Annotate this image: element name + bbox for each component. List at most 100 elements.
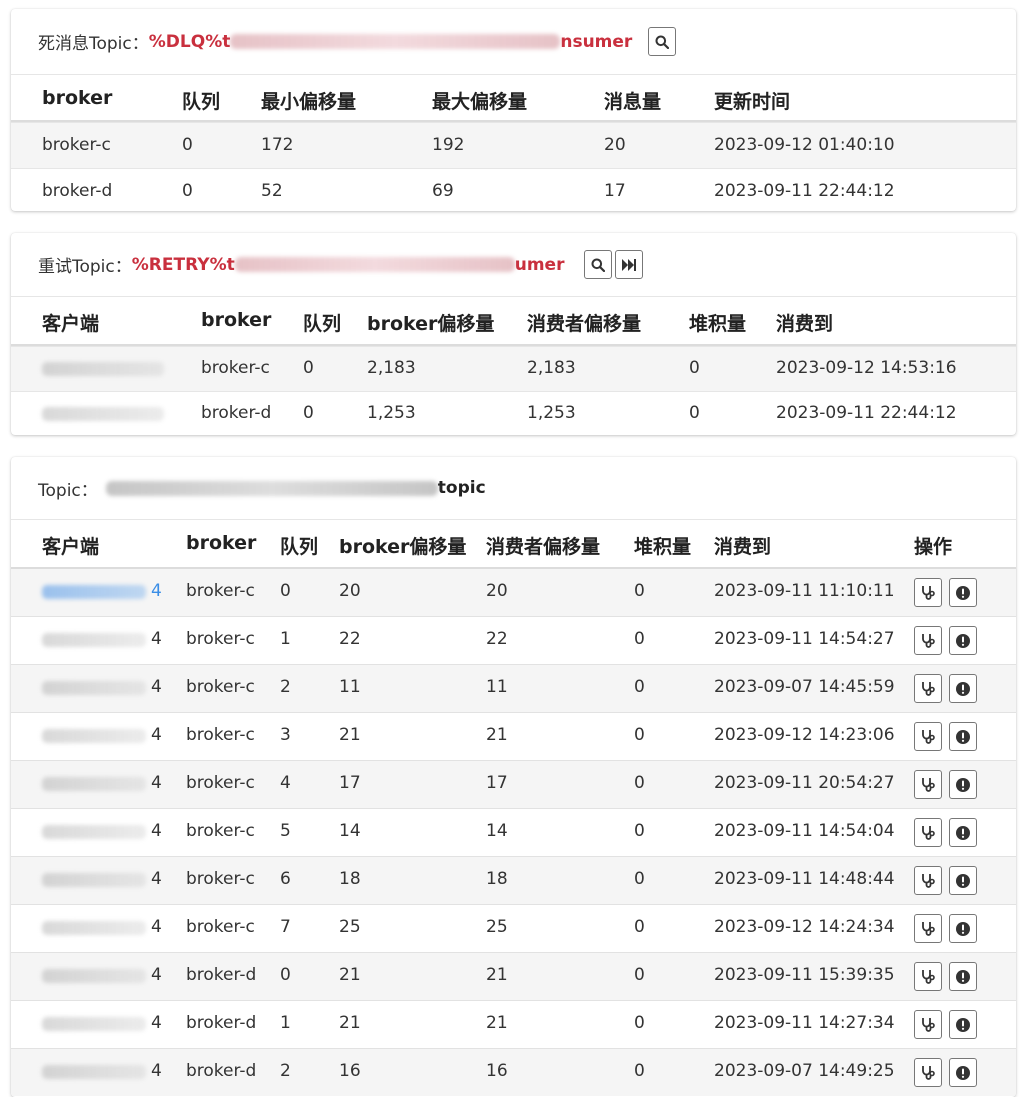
diagnose-button[interactable]: [914, 578, 942, 607]
diagnose-button[interactable]: [914, 674, 942, 703]
alert-button[interactable]: [949, 914, 977, 943]
col-update-time: 更新时间: [714, 91, 791, 113]
diagnose-button[interactable]: [914, 1010, 942, 1039]
col-queue: 队列: [303, 313, 342, 335]
client-ip-redacted: [42, 729, 146, 743]
stethoscope-icon: [922, 825, 935, 840]
alert-button[interactable]: [949, 674, 977, 703]
topic-label: Topic：: [38, 480, 98, 501]
col-backlog: 堆积量: [634, 536, 692, 558]
cell-broker-offset: 17: [339, 773, 361, 793]
dlq-header: 死消息Topic： %DLQ%t nsumer: [11, 9, 1016, 75]
client-ip-suffix[interactable]: 4: [151, 581, 162, 601]
stethoscope-icon: [922, 1017, 935, 1032]
search-icon: [655, 35, 670, 49]
client-ip-link[interactable]: [42, 585, 146, 599]
alert-button[interactable]: [949, 866, 977, 895]
retry-search-button[interactable]: [584, 250, 613, 279]
alert-button[interactable]: [949, 818, 977, 847]
cell-backlog: 0: [634, 869, 645, 889]
exclamation-icon: [956, 585, 970, 600]
cell-consumed-to: 2023-09-11 22:44:12: [776, 403, 957, 423]
cell-broker-offset: 25: [339, 917, 361, 937]
cell-broker: broker-c: [186, 773, 255, 793]
table-row: 4 broker-c 2 11 11 0 2023-09-07 14:45:59: [11, 664, 1016, 712]
topic-table-body: 4 broker-c 0 20 20 0 2023-09-11 11:10:11 4 broke…: [11, 569, 1016, 1096]
cell-broker: broker-d: [42, 181, 113, 201]
cell-broker: broker-d: [186, 965, 257, 985]
diagnose-button[interactable]: [914, 770, 942, 799]
table-row: broker-c 0 2,183 2,183 0 2023-09-12 14:5…: [11, 346, 1016, 391]
retry-skip-button[interactable]: [615, 250, 644, 279]
cell-backlog: 0: [634, 725, 645, 745]
exclamation-icon: [956, 681, 970, 696]
cell-queue: 0: [182, 135, 193, 155]
col-consumer-offset: 消费者偏移量: [486, 536, 601, 558]
client-ip-redacted: [42, 362, 164, 376]
diagnose-button[interactable]: [914, 818, 942, 847]
cell-consumed-to: 2023-09-07 14:45:59: [714, 677, 895, 697]
table-row: 4 broker-c 7 25 25 0 2023-09-12 14:24:34: [11, 904, 1016, 952]
cell-queue: 1: [280, 629, 291, 649]
cell-broker-offset: 2,183: [367, 358, 416, 378]
client-ip-redacted: [42, 633, 146, 647]
diagnose-button[interactable]: [914, 1058, 942, 1087]
exclamation-icon: [956, 633, 970, 648]
cell-max-offset: 69: [432, 181, 454, 201]
dlq-topic-redacted: [230, 34, 561, 49]
table-row: 4 broker-d 0 21 21 0 2023-09-11 15:39:35: [11, 952, 1016, 1000]
cell-broker: broker-c: [201, 358, 270, 378]
alert-button[interactable]: [949, 626, 977, 655]
diagnose-button[interactable]: [914, 722, 942, 751]
col-min-offset: 最小偏移量: [261, 91, 357, 113]
table-row: 4 broker-d 2 16 16 0 2023-09-07 14:49:25: [11, 1048, 1016, 1096]
dlq-search-button[interactable]: [648, 27, 677, 56]
diagnose-button[interactable]: [914, 866, 942, 895]
client-ip-redacted: [42, 777, 146, 791]
col-broker-offset: broker偏移量: [339, 536, 467, 558]
alert-button[interactable]: [949, 962, 977, 991]
client-ip-suffix: 4: [151, 965, 162, 985]
cell-queue: 1: [280, 1013, 291, 1033]
client-ip-redacted: [42, 873, 146, 887]
cell-broker-offset: 21: [339, 965, 361, 985]
alert-button[interactable]: [949, 770, 977, 799]
topic-table-header: 客户端 broker 队列 broker偏移量 消费者偏移量 堆积量 消费到 操…: [11, 520, 1016, 569]
client-ip-redacted: [42, 681, 146, 695]
client-ip-suffix: 4: [151, 1061, 162, 1081]
col-broker: broker: [186, 532, 257, 554]
cell-queue: 0: [280, 965, 291, 985]
cell-backlog: 0: [634, 1061, 645, 1081]
dlq-card: 死消息Topic： %DLQ%t nsumer broker 队列 最小偏移量 …: [11, 9, 1016, 211]
stethoscope-icon: [922, 777, 935, 792]
alert-button[interactable]: [949, 1010, 977, 1039]
alert-button[interactable]: [949, 578, 977, 607]
client-ip-redacted: [42, 825, 146, 839]
alert-button[interactable]: [949, 1058, 977, 1087]
cell-backlog: 0: [689, 403, 700, 423]
alert-button[interactable]: [949, 722, 977, 751]
cell-backlog: 0: [634, 581, 645, 601]
fast-forward-icon: [622, 258, 637, 271]
diagnose-button[interactable]: [914, 626, 942, 655]
col-queue: 队列: [280, 536, 319, 558]
cell-broker-offset: 14: [339, 821, 361, 841]
client-ip-redacted: [42, 1065, 146, 1079]
dlq-topic-suffix: nsumer: [560, 31, 633, 52]
cell-msg-count: 17: [604, 181, 626, 201]
diagnose-button[interactable]: [914, 914, 942, 943]
client-ip-suffix: 4: [151, 677, 162, 697]
cell-consumed-to: 2023-09-12 14:53:16: [776, 358, 957, 378]
cell-backlog: 0: [634, 965, 645, 985]
client-ip-redacted: [42, 1017, 146, 1031]
col-backlog: 堆积量: [689, 313, 747, 335]
cell-update-time: 2023-09-12 01:40:10: [714, 135, 895, 155]
cell-broker-offset: 1,253: [367, 403, 416, 423]
stethoscope-icon: [922, 873, 935, 888]
cell-consumer-offset: 17: [486, 773, 508, 793]
cell-broker-offset: 20: [339, 581, 361, 601]
stethoscope-icon: [922, 1065, 935, 1080]
diagnose-button[interactable]: [914, 962, 942, 991]
cell-consumed-to: 2023-09-11 14:54:04: [714, 821, 895, 841]
exclamation-icon: [956, 777, 970, 792]
